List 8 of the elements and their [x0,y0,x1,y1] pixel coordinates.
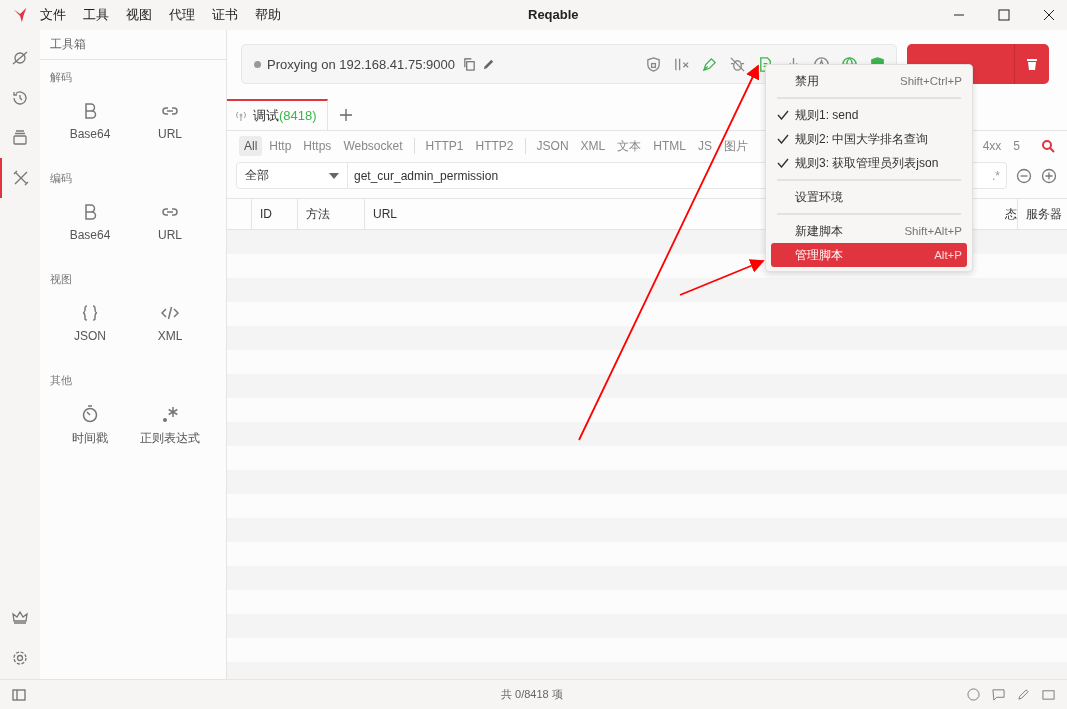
section-title: 视图 [49,272,73,287]
panel-title: 工具箱 [40,30,226,60]
proxy-status-text: Proxying on 192.168.41.75:9000 [267,56,455,72]
section-title: 其他 [49,373,73,388]
status-text: 共 0/8418 项 [501,687,563,702]
section-title: 解码 [49,70,73,85]
section-title: 编码 [49,171,73,186]
window-title: Reqable [528,7,579,22]
